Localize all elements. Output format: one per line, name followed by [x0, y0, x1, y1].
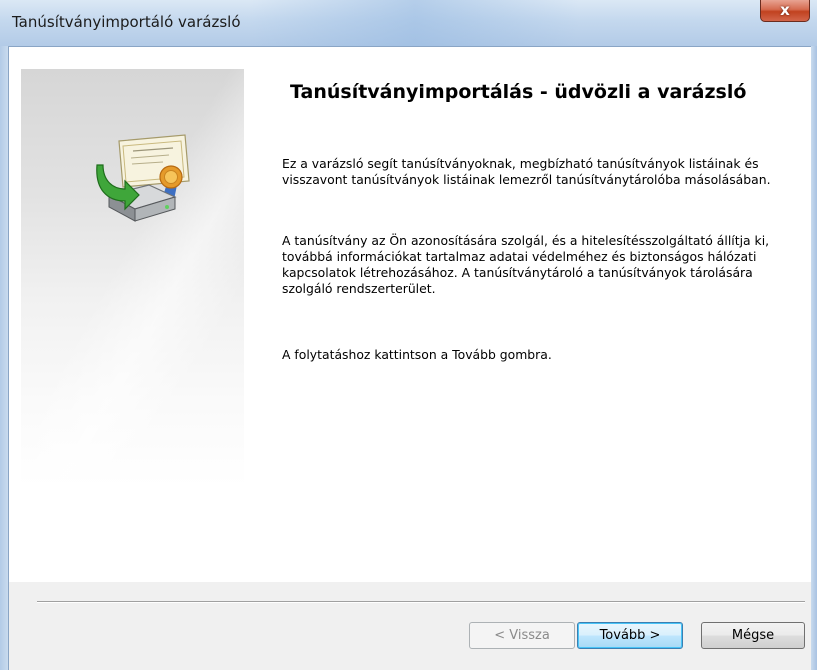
- certificate-description-paragraph: A tanúsítvány az Ön azonosítására szolgá…: [282, 233, 770, 296]
- window-frame-right: [811, 46, 817, 670]
- cancel-button[interactable]: Mégse: [701, 622, 805, 649]
- wizard-content: Tanúsítványimportálás - üdvözli a varázs…: [9, 47, 811, 582]
- next-button[interactable]: Tovább >: [577, 622, 683, 649]
- intro-paragraph: Ez a varázsló segít tanúsítványoknak, me…: [282, 156, 771, 187]
- continue-instruction: A folytatáshoz kattintson a Tovább gombr…: [282, 347, 552, 362]
- dialog-client-area: Tanúsítványimportálás - üdvözli a varázs…: [8, 46, 811, 670]
- window-title: Tanúsítványimportáló varázsló: [12, 13, 241, 31]
- title-bar[interactable]: Tanúsítványimportáló varázsló x: [0, 0, 817, 46]
- wizard-heading: Tanúsítványimportálás - üdvözli a varázs…: [290, 81, 747, 103]
- back-button[interactable]: < Vissza: [469, 622, 575, 649]
- window-frame-left: [0, 46, 8, 670]
- certificate-import-icon: [96, 134, 190, 222]
- close-icon: x: [780, 1, 790, 19]
- wizard-window: Tanúsítványimportáló varázsló x Tanúsítv…: [0, 0, 817, 670]
- button-separator: [37, 601, 805, 603]
- title-bar-glow: [250, 0, 580, 46]
- close-button[interactable]: x: [760, 0, 810, 22]
